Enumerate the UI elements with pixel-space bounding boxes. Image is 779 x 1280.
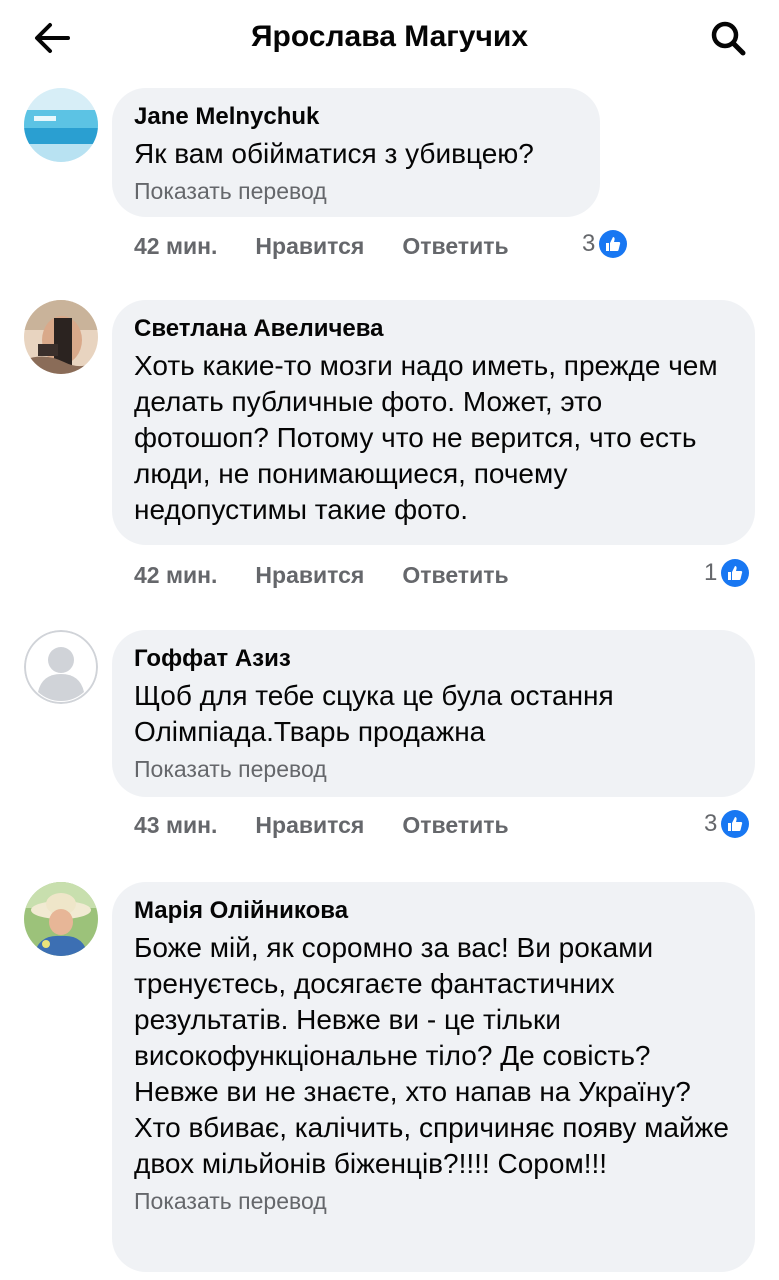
comment-actions: 42 мин. Нравится Ответить bbox=[134, 233, 509, 260]
woman-photo-avatar[interactable] bbox=[24, 300, 98, 374]
pool-photo-avatar[interactable] bbox=[24, 88, 98, 162]
reaction-number: 1 bbox=[704, 559, 718, 586]
reply-button[interactable]: Ответить bbox=[402, 562, 508, 589]
comment-time[interactable]: 43 мин. bbox=[134, 812, 217, 839]
comment-text: Хоть какие-то мозги надо иметь, прежде ч… bbox=[134, 350, 718, 525]
search-button[interactable] bbox=[703, 16, 753, 60]
comment-text: Боже мій, як соромно за вас! Ви роками т… bbox=[134, 932, 729, 1179]
reaction-count[interactable]: 3 bbox=[704, 810, 750, 838]
like-button[interactable]: Нравится bbox=[255, 812, 364, 839]
reaction-number: 3 bbox=[582, 230, 596, 257]
comment-bubble: Гоффат Азиз Щоб для тебе сцука це була о… bbox=[112, 630, 755, 797]
reaction-count[interactable]: 3 bbox=[582, 230, 628, 258]
header-bar: Ярослава Магучих bbox=[0, 0, 779, 78]
show-translation-link[interactable]: Показать перевод bbox=[134, 754, 733, 784]
thumbs-up-icon bbox=[721, 559, 750, 587]
like-button[interactable]: Нравится bbox=[255, 562, 364, 589]
show-translation-link[interactable]: Показать перевод bbox=[134, 1186, 733, 1216]
reaction-count[interactable]: 1 bbox=[704, 559, 750, 587]
comment-author[interactable]: Марія Олійникова bbox=[134, 896, 733, 926]
comment-time[interactable]: 42 мин. bbox=[134, 562, 217, 589]
comment-time[interactable]: 42 мин. bbox=[134, 233, 217, 260]
thumbs-up-icon bbox=[599, 230, 628, 258]
comment-bubble: Jane Melnychuk Як вам обійматися з убивц… bbox=[112, 88, 600, 217]
search-icon bbox=[711, 21, 746, 56]
page-title: Ярослава Магучих bbox=[250, 20, 529, 53]
comment-author[interactable]: Jane Melnychuk bbox=[134, 102, 578, 132]
comment-actions: 43 мин. Нравится Ответить bbox=[134, 812, 509, 839]
comment-author[interactable]: Гоффат Азиз bbox=[134, 644, 733, 674]
default-user-avatar[interactable] bbox=[24, 630, 98, 704]
reply-button[interactable]: Ответить bbox=[402, 812, 508, 839]
comment-actions: 42 мин. Нравится Ответить bbox=[134, 562, 509, 589]
comment-author[interactable]: Светлана Авеличева bbox=[134, 314, 733, 344]
show-translation-link[interactable]: Показать перевод bbox=[134, 176, 578, 206]
reaction-number: 3 bbox=[704, 810, 718, 837]
comment-text: Як вам обійматися з убивцею? bbox=[134, 138, 534, 169]
comment-bubble: Марія Олійникова Боже мій, як соромно за… bbox=[112, 882, 755, 1272]
comment-text: Щоб для тебе сцука це була остання Олімп… bbox=[134, 680, 614, 747]
thumbs-up-icon bbox=[721, 810, 750, 838]
like-button[interactable]: Нравится bbox=[255, 233, 364, 260]
woman-hat-photo-avatar[interactable] bbox=[24, 882, 98, 956]
comment-bubble: Светлана Авеличева Хоть какие-то мозги н… bbox=[112, 300, 755, 545]
reply-button[interactable]: Ответить bbox=[402, 233, 508, 260]
